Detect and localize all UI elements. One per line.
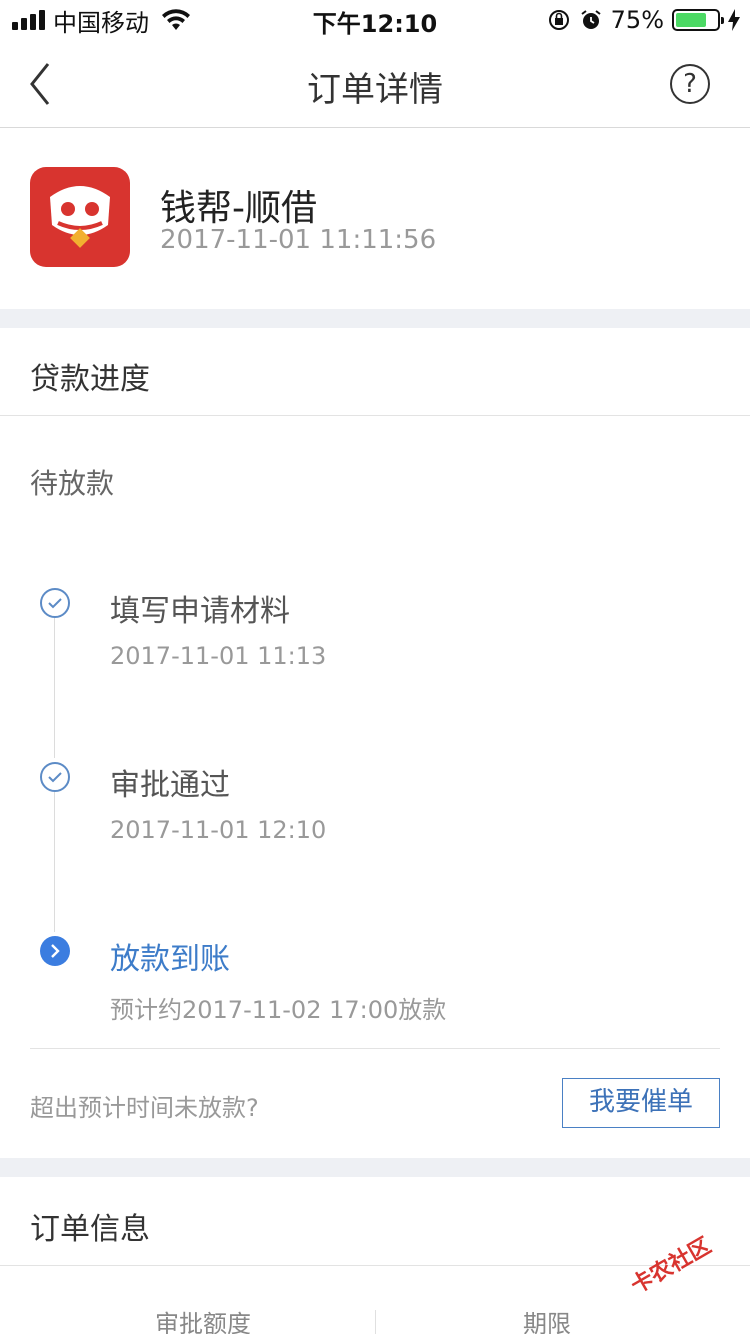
chevron-right-circle-icon	[40, 936, 70, 966]
column-separator	[375, 1310, 376, 1334]
check-circle-icon	[40, 588, 70, 618]
step-time: 2017-11-01 12:10	[110, 816, 327, 844]
section-gap	[0, 309, 750, 328]
alarm-icon	[581, 10, 601, 29]
overdue-question: 超出预计时间未放款?	[30, 1094, 259, 1122]
urge-order-button[interactable]: 我要催单	[562, 1078, 720, 1128]
order-timestamp: 2017-11-01 11:11:56	[160, 225, 437, 255]
divider	[0, 415, 750, 416]
app-header: 钱帮-顺借 2017-11-01 11:11:56	[0, 129, 750, 309]
battery-percent: 75%	[610, 6, 664, 34]
timeline-line	[54, 792, 55, 932]
help-button[interactable]: ?	[670, 64, 710, 104]
term-label: 期限	[523, 1310, 571, 1334]
step-title-active: 放款到账	[110, 942, 230, 977]
orientation-lock-icon	[548, 10, 569, 30]
watermark-text: 卡农社区	[626, 1233, 716, 1300]
section-gap	[0, 1158, 750, 1177]
app-name: 钱帮-顺借	[160, 188, 317, 229]
order-info-title: 订单信息	[30, 1212, 150, 1247]
step-title: 填写申请材料	[110, 594, 290, 629]
check-circle-icon	[40, 762, 70, 792]
approved-amount-label: 审批额度	[155, 1310, 251, 1334]
loan-status: 待放款	[30, 467, 115, 500]
step-estimate: 预计约2017-11-02 17:00放款	[110, 996, 447, 1024]
divider	[30, 1048, 720, 1049]
charging-bolt-icon	[728, 9, 740, 31]
step-time: 2017-11-01 11:13	[110, 642, 327, 670]
step-title: 审批通过	[110, 768, 230, 803]
battery-icon	[672, 9, 724, 31]
status-bar: 中国移动 下午12:10 75%	[0, 0, 750, 40]
order-info-header: 审批额度 期限	[0, 1300, 750, 1334]
app-logo-icon	[30, 167, 130, 267]
nav-bar: 订单详情 ?	[0, 40, 750, 128]
timeline-line	[54, 618, 55, 758]
page-title: 订单详情	[307, 70, 443, 110]
loan-progress-title: 贷款进度	[30, 362, 150, 397]
